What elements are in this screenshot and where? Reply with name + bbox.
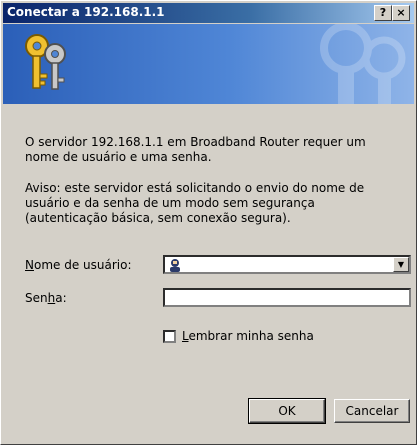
keys-watermark-icon	[320, 24, 406, 104]
intro-message: O servidor 192.168.1.1 em Broadband Rout…	[25, 135, 366, 164]
close-button[interactable]: ×	[392, 5, 410, 21]
user-icon	[170, 259, 180, 272]
warning-message: Aviso: este servidor está solicitando o …	[25, 181, 365, 225]
login-dialog: Conectar a 192.168.1.1 ? × O servidor 19…	[0, 0, 417, 445]
help-button[interactable]: ?	[374, 5, 392, 21]
password-label: Senha:	[25, 291, 67, 305]
keys-icon	[25, 34, 66, 90]
remember-password-checkbox[interactable]	[163, 330, 176, 343]
password-field[interactable]	[163, 288, 411, 307]
cancel-button[interactable]: Cancelar	[334, 399, 410, 423]
title-bar[interactable]: Conectar a 192.168.1.1 ? ×	[3, 3, 414, 23]
username-combobox[interactable]: ▼	[163, 255, 411, 274]
ok-button[interactable]: OK	[248, 398, 326, 424]
window-title: Conectar a 192.168.1.1	[7, 5, 165, 19]
chevron-down-icon[interactable]: ▼	[393, 257, 409, 272]
remember-password-label[interactable]: Lembrar minha senha	[182, 329, 314, 343]
username-label: Nome de usuário:	[25, 258, 132, 272]
banner	[3, 24, 414, 104]
